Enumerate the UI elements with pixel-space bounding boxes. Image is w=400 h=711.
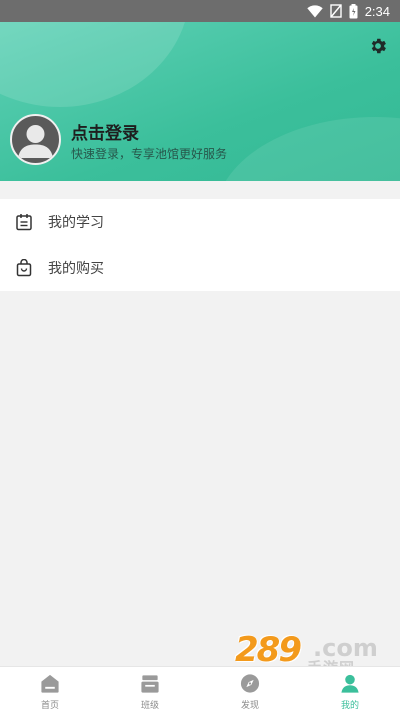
tab-home[interactable]: 首页 [0,667,100,711]
header-decoration [0,22,190,107]
user-avatar-icon [18,125,53,158]
profile-icon [341,674,359,693]
profile-header: 点击登录 快速登录，专享池馆更好服务 [0,22,400,181]
status-bar: 2:34 [0,0,400,22]
gear-icon[interactable] [368,36,388,56]
shopping-bag-icon [16,259,32,277]
menu-item-label: 我的学习 [48,215,104,231]
nav-label: 发现 [240,701,259,711]
tab-discover[interactable]: 发现 [200,667,300,711]
calendar-list-icon [16,214,32,231]
nav-label: 我的 [340,701,359,711]
class-icon [141,675,159,693]
login-subtitle: 快速登录，专享池馆更好服务 [71,147,228,161]
menu-item-label: 我的购买 [48,261,104,277]
nav-label: 首页 [40,701,59,711]
wifi-icon [306,4,323,18]
header-decoration [215,117,400,181]
home-icon [41,674,59,693]
avatar[interactable] [10,114,61,165]
watermark-domain: .com [313,634,378,662]
login-title[interactable]: 点击登录 [71,119,139,144]
tab-class[interactable]: 班级 [100,667,200,711]
status-time: 2:34 [364,3,390,19]
menu-item-my-study[interactable]: 我的学习 [0,199,400,245]
tab-mine[interactable]: 我的 [300,667,400,711]
bottom-nav: 首页 班级 发现 我的 [0,666,400,711]
nav-label: 班级 [140,701,159,711]
no-signal-icon [329,4,342,18]
battery-icon [349,3,358,19]
menu-item-my-purchase[interactable]: 我的购买 [0,245,400,291]
compass-icon [240,674,260,693]
menu-list: 我的学习 我的购买 [0,199,400,291]
watermark-logo: 289 [235,630,302,670]
